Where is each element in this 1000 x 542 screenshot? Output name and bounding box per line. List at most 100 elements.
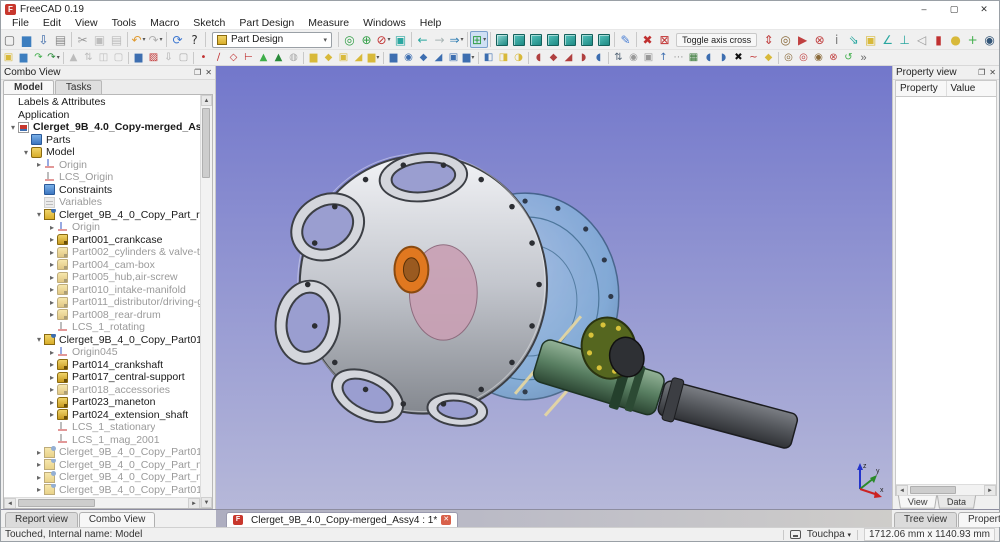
sketch-point-icon[interactable]: •	[196, 51, 211, 65]
sketch-datum-icon[interactable]: ⊢	[241, 51, 256, 65]
create-face-icon[interactable]: ▲	[256, 51, 271, 65]
sync-placement-icon[interactable]: ⇅	[81, 51, 96, 65]
open-file-icon[interactable]: ▆	[18, 31, 35, 48]
print-icon[interactable]: ▤	[52, 31, 69, 48]
attach-sketch-icon[interactable]: ⇩	[161, 51, 176, 65]
dressup-icon[interactable]: ◖	[591, 51, 606, 65]
scroll-right-icon[interactable]: ►	[984, 485, 996, 496]
tree-item-origin[interactable]: ▸Origin	[4, 221, 200, 234]
view-top-icon[interactable]	[527, 31, 544, 48]
create-part-icon[interactable]: ▣	[1, 51, 16, 65]
zoom-icon[interactable]: ⊕	[358, 31, 375, 48]
tree-item-clerget-9b-4-0-copy-part-magneto-1[interactable]: ▸Clerget_9B_4_0_Copy_Part_magneto_1	[4, 459, 200, 472]
downgrade-icon[interactable]: ⋯	[671, 51, 686, 65]
additive-loft-icon[interactable]: ◢	[351, 51, 366, 65]
expand-icon[interactable]: ▸	[47, 373, 57, 382]
expand-icon[interactable]: ▸	[47, 285, 57, 294]
curve-right-icon[interactable]: ◗	[716, 51, 731, 65]
expand-icon[interactable]: ▸	[47, 310, 57, 319]
property-mode-tab-view[interactable]: View	[898, 496, 938, 509]
tree-item-variables[interactable]: Variables	[4, 196, 200, 209]
view-left-icon[interactable]	[595, 31, 612, 48]
maximize-button[interactable]: ▢	[939, 1, 969, 17]
fit-all-icon[interactable]: ◎	[341, 31, 358, 48]
texture-view-icon[interactable]: ▣	[392, 31, 409, 48]
close-document-icon[interactable]: ✖	[639, 31, 656, 48]
measure-2-icon[interactable]: ◎	[781, 51, 796, 65]
menu-macro[interactable]: Macro	[143, 17, 186, 30]
copy-icon[interactable]: ▣	[91, 31, 108, 48]
tree-item-labels-attributes[interactable]: Labels & Attributes	[4, 96, 200, 109]
close-button[interactable]: ✕	[969, 1, 999, 17]
additive-box-icon[interactable]: ▣	[336, 51, 351, 65]
view-front-icon[interactable]	[510, 31, 527, 48]
measure-selection-icon[interactable]: ◎	[777, 31, 794, 48]
collapse-icon[interactable]: ▾	[34, 210, 44, 219]
migrate-icon[interactable]: ⇅	[611, 51, 626, 65]
tree-item-part024-extension-shaft[interactable]: ▸Part024_extension_shaft	[4, 409, 200, 422]
refresh-ui-icon[interactable]: ▢	[111, 51, 126, 65]
view-axonometric-icon[interactable]	[493, 31, 510, 48]
undo-icon[interactable]: ↶▾	[130, 31, 147, 48]
preview-icon[interactable]: ◫	[96, 51, 111, 65]
subtractive-primitive-icon[interactable]: ▆▾	[461, 51, 476, 65]
property-horizontal-scrollbar[interactable]: ◄ ►	[896, 484, 996, 495]
chamfer-icon[interactable]: ◆	[546, 51, 561, 65]
delete-icon[interactable]: ✖	[731, 51, 746, 65]
tree-item-parts[interactable]: Parts	[4, 134, 200, 147]
measure-clear-icon[interactable]: ⊗	[826, 51, 841, 65]
tree-item-part017-central-support[interactable]: ▸Part017_central-support	[4, 371, 200, 384]
value-column-header[interactable]: Value	[947, 81, 997, 96]
measure-perpendicular-icon[interactable]: ⊥	[896, 31, 913, 48]
expand-icon[interactable]: ▸	[47, 348, 57, 357]
tree-item-clerget-9b-4-0-copy-part013-reciprocatin[interactable]: ▸Clerget_9B_4_0_Copy_Part013_reciprocati…	[4, 446, 200, 459]
expand-icon[interactable]: ▸	[47, 260, 57, 269]
nav-forward-icon[interactable]: →	[431, 31, 448, 48]
expand-icon[interactable]: ▸	[47, 235, 57, 244]
edit-sketch-icon[interactable]: ▢	[176, 51, 191, 65]
expand-icon[interactable]: ▸	[47, 248, 57, 257]
calculator-icon[interactable]: ▦	[998, 31, 999, 48]
view-bottom-icon[interactable]	[578, 31, 595, 48]
expand-icon[interactable]: ▸	[47, 298, 57, 307]
toggle-active-body-icon[interactable]: ▲	[66, 51, 81, 65]
upgrade-icon[interactable]: ↑	[656, 51, 671, 65]
draw-style-icon[interactable]: ⊘▾	[375, 31, 392, 48]
subtractive-loft-icon[interactable]: ◢	[431, 51, 446, 65]
expand-icon[interactable]: ▸	[34, 448, 44, 457]
tree-horizontal-scrollbar[interactable]: ◄ ►	[4, 497, 200, 508]
dock-tab-report-view[interactable]: Report view	[5, 512, 78, 527]
scroll-right-icon[interactable]: ►	[188, 498, 200, 508]
measure-3-icon[interactable]: ◎	[796, 51, 811, 65]
tree-item-part011-distributor-driving-gears[interactable]: ▸Part011_distributor/driving-gears	[4, 296, 200, 309]
tree-item-clerget-9b-4-0-copy-part012-stationary-[interactable]: ▾Clerget_9B_4_0_Copy_Part012_stationary_…	[4, 334, 200, 347]
menu-view[interactable]: View	[68, 17, 105, 30]
menu-edit[interactable]: Edit	[36, 17, 68, 30]
expand-icon[interactable]: ▸	[34, 485, 44, 494]
menu-file[interactable]: File	[5, 17, 36, 30]
tree-item-part001-crankcase[interactable]: ▸Part001_crankcase	[4, 234, 200, 247]
3d-viewport[interactable]: z y x	[216, 66, 892, 509]
fillet-icon[interactable]: ◖	[531, 51, 546, 65]
expand-icon[interactable]: ▸	[47, 410, 57, 419]
shape-binder-icon[interactable]: ◆	[761, 51, 776, 65]
tree-item-clerget-9b-4-0-copy-merged-assy4[interactable]: ▾Clerget_9B_4.0_Copy-merged_Assy4	[4, 121, 200, 134]
measure-linear-icon[interactable]: ⇕	[760, 31, 777, 48]
additive-primitive-icon[interactable]: ▆▾	[366, 51, 381, 65]
expand-icon[interactable]: ▸	[34, 460, 44, 469]
measure-info-icon[interactable]: i	[828, 31, 845, 48]
annotation-plane-icon[interactable]: ▶	[794, 31, 811, 48]
spreadsheet-icon[interactable]: ▦	[686, 51, 701, 65]
close-panel-icon[interactable]: ✕	[989, 68, 996, 77]
tree-item-lcs-1-mag-2001[interactable]: LCS_1_mag_2001	[4, 434, 200, 447]
create-sketch-icon[interactable]: ▨	[146, 51, 161, 65]
expand-icon[interactable]: ▸	[47, 223, 57, 232]
measure-pen-icon[interactable]: ✎	[617, 31, 634, 48]
collapse-icon[interactable]: ▾	[8, 123, 18, 132]
workbench-selector[interactable]: Part Design▾	[212, 32, 332, 48]
toggle-construction-icon[interactable]: ◍	[286, 51, 301, 65]
measure-align-icon[interactable]: +	[964, 31, 981, 48]
tree-item-part008-rear-drum[interactable]: ▸Part008_rear-drum	[4, 309, 200, 322]
boolean-icon[interactable]: ◉	[626, 51, 641, 65]
float-panel-icon[interactable]: ❐	[978, 68, 985, 77]
